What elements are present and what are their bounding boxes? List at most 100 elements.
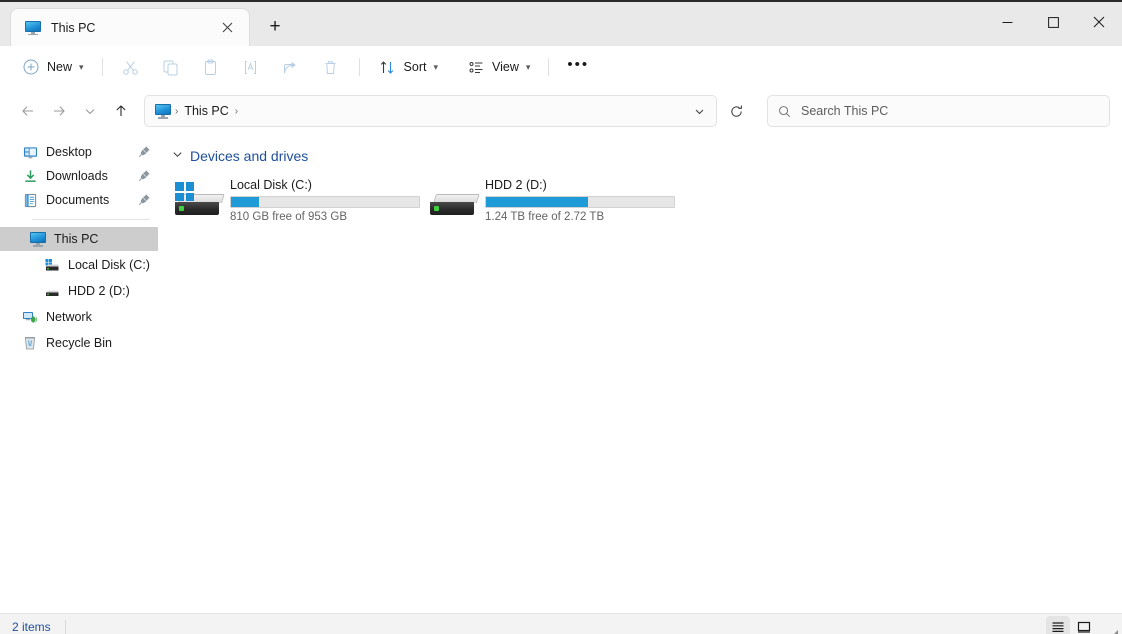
group-header-devices-and-drives[interactable]: Devices and drives <box>168 148 1122 164</box>
copy-icon <box>161 57 181 77</box>
details-view-icon[interactable] <box>1046 616 1070 634</box>
chevron-down-icon: ▾ <box>433 61 439 72</box>
status-bar: 2 items <box>0 613 1122 634</box>
windows-logo-icon <box>175 182 194 201</box>
new-button-label: New <box>47 60 73 74</box>
toolbar-divider-3 <box>548 58 550 76</box>
sort-icon <box>378 57 398 77</box>
monitor-icon <box>30 231 46 247</box>
share-button[interactable] <box>272 52 310 82</box>
monitor-icon <box>155 103 171 119</box>
chevron-down-icon: ▾ <box>525 61 531 72</box>
sidebar-item-recycle-bin[interactable]: Recycle Bin <box>0 331 158 355</box>
close-window-icon[interactable] <box>1076 0 1122 44</box>
view-button-label: View <box>492 60 519 74</box>
toolbar-divider-2 <box>358 58 360 76</box>
address-row: › This PC › Search This PC <box>0 88 1122 134</box>
title-bar: This PC + <box>0 0 1122 46</box>
breadcrumb-separator: › <box>175 105 179 117</box>
tab-strip: This PC + <box>0 0 984 46</box>
sidebar-item-local-disk-c[interactable]: Local Disk (C:) <box>0 253 158 277</box>
recycle-bin-icon <box>22 335 38 351</box>
up-arrow-icon[interactable] <box>105 96 136 127</box>
sort-button-label: Sort <box>403 60 427 74</box>
sort-button[interactable]: Sort ▾ <box>369 52 447 82</box>
sidebar-label: Recycle Bin <box>46 336 112 350</box>
drive-windows-icon <box>44 257 60 273</box>
sidebar-label: Local Disk (C:) <box>68 258 150 272</box>
drive-info: HDD 2 (D:) 1.24 TB free of 2.72 TB <box>485 176 682 223</box>
rename-icon <box>241 57 261 77</box>
cut-button[interactable] <box>112 52 150 82</box>
network-icon <box>22 309 38 325</box>
forward-arrow-icon[interactable] <box>43 96 74 127</box>
trash-icon <box>321 57 341 77</box>
view-icon <box>466 57 486 77</box>
tab-this-pc[interactable]: This PC <box>10 8 250 46</box>
capacity-meter-fill <box>486 197 588 207</box>
drive-capacity-text: 810 GB free of 953 GB <box>230 211 347 223</box>
drive-info: Local Disk (C:) 810 GB free of 953 GB <box>230 176 427 223</box>
breadcrumb-separator-2[interactable]: › <box>233 106 240 117</box>
capacity-meter <box>485 196 675 208</box>
view-button[interactable]: View ▾ <box>457 52 539 82</box>
resize-grip[interactable] <box>1107 626 1119 634</box>
refresh-icon[interactable] <box>721 96 751 126</box>
view-toggles <box>1046 616 1114 634</box>
clipboard-icon <box>201 57 221 77</box>
sidebar-label: Network <box>46 310 92 324</box>
sidebar-item-hdd2-d[interactable]: HDD 2 (D:) <box>0 279 158 303</box>
navigation-pane: Desktop Downloads Documents This PC Loca… <box>0 134 158 613</box>
address-bar[interactable]: › This PC › <box>144 95 717 127</box>
chevron-down-icon[interactable] <box>172 149 183 163</box>
drive-tile-hdd2-d[interactable]: HDD 2 (D:) 1.24 TB free of 2.72 TB <box>427 174 682 226</box>
drive-name: Local Disk (C:) <box>230 178 312 192</box>
search-placeholder: Search This PC <box>801 104 889 118</box>
tab-label: This PC <box>51 20 96 35</box>
new-button[interactable]: New ▾ <box>12 52 93 82</box>
sidebar-label: Desktop <box>46 145 92 159</box>
delete-button[interactable] <box>312 52 350 82</box>
chevron-down-icon[interactable] <box>686 98 712 124</box>
large-icons-icon[interactable] <box>1072 616 1096 634</box>
maximize-icon[interactable] <box>1030 0 1076 44</box>
sidebar-item-desktop[interactable]: Desktop <box>22 140 158 164</box>
documents-icon <box>22 192 38 208</box>
paste-button[interactable] <box>192 52 230 82</box>
sidebar-item-documents[interactable]: Documents <box>22 188 158 212</box>
window-controls <box>984 0 1122 46</box>
share-icon <box>281 57 301 77</box>
copy-button[interactable] <box>152 52 190 82</box>
minimize-icon[interactable] <box>984 0 1030 44</box>
close-icon[interactable] <box>215 16 239 40</box>
scissors-icon <box>121 57 141 77</box>
back-arrow-icon[interactable] <box>12 96 43 127</box>
sidebar-label: HDD 2 (D:) <box>68 284 130 298</box>
item-count-label: 2 items <box>12 620 51 634</box>
pin-icon[interactable] <box>138 169 152 183</box>
search-icon <box>778 105 791 118</box>
pin-icon[interactable] <box>138 145 152 159</box>
sidebar-item-network[interactable]: Network <box>0 305 158 329</box>
command-bar: New ▾ Sort ▾ View ▾ ••• <box>0 46 1122 88</box>
recent-locations-icon[interactable] <box>74 96 105 127</box>
drive-tiles: Local Disk (C:) 810 GB free of 953 GB HD… <box>168 174 1122 226</box>
more-options-button[interactable]: ••• <box>558 52 598 82</box>
sidebar-label: This PC <box>54 232 99 246</box>
drive-windows-icon <box>174 182 225 222</box>
drive-icon <box>44 283 60 299</box>
ellipsis-icon: ••• <box>567 56 590 73</box>
breadcrumb-item-this-pc[interactable]: This PC <box>180 104 232 118</box>
sidebar-item-downloads[interactable]: Downloads <box>22 164 158 188</box>
content-pane: Devices and drives Local Disk (C:) 810 G… <box>158 134 1122 613</box>
pin-icon[interactable] <box>138 193 152 207</box>
chevron-down-icon: ▾ <box>79 61 84 72</box>
plus-circle-icon <box>21 57 41 77</box>
rename-button[interactable] <box>232 52 270 82</box>
capacity-meter-fill <box>231 197 260 207</box>
capacity-meter <box>230 196 420 208</box>
drive-tile-local-disk-c[interactable]: Local Disk (C:) 810 GB free of 953 GB <box>172 174 427 226</box>
sidebar-item-this-pc[interactable]: This PC <box>0 227 158 251</box>
search-input[interactable]: Search This PC <box>767 95 1110 127</box>
new-tab-button[interactable]: + <box>258 10 292 44</box>
